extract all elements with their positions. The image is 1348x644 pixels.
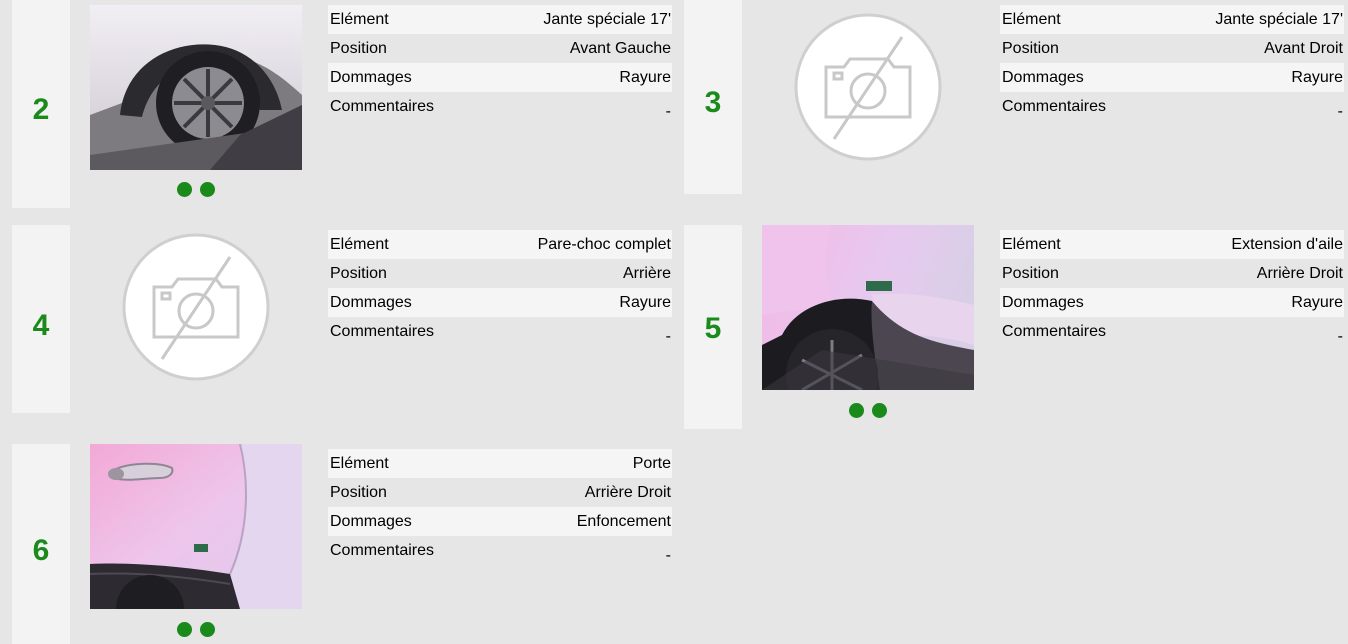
detail-row-comments: Commentaires - bbox=[328, 317, 672, 346]
detail-row-damages: Dommages Rayure bbox=[1000, 288, 1344, 317]
detail-row-damages: Dommages Enfoncement bbox=[328, 507, 672, 536]
detail-row-damages: Dommages Rayure bbox=[328, 63, 672, 92]
detail-value: Enfoncement bbox=[576, 513, 671, 530]
detail-value: Arrière bbox=[622, 265, 671, 282]
detail-row-position: Position Avant Gauche bbox=[328, 34, 672, 63]
detail-row-position: Position Arrière Droit bbox=[1000, 259, 1344, 288]
photo-dot[interactable] bbox=[849, 403, 864, 418]
detail-label: Dommages bbox=[1002, 294, 1084, 311]
detail-label: Commentaires bbox=[330, 323, 435, 340]
photo-dot[interactable] bbox=[177, 622, 192, 637]
damage-number-column: 5 bbox=[684, 225, 742, 429]
detail-row-position: Position Avant Droit bbox=[1000, 34, 1344, 63]
detail-label: Position bbox=[1002, 40, 1059, 57]
detail-value: - bbox=[1337, 103, 1343, 120]
detail-value: Rayure bbox=[1291, 294, 1343, 311]
fender-photo bbox=[762, 225, 974, 390]
damage-details: Elément Jante spéciale 17' Position Avan… bbox=[328, 5, 672, 121]
no-photo-icon bbox=[794, 13, 942, 161]
damage-photo-placeholder bbox=[90, 225, 302, 385]
detail-label: Elément bbox=[330, 11, 389, 28]
damage-photo[interactable] bbox=[90, 5, 302, 170]
wheel-photo bbox=[90, 5, 302, 170]
damage-number: 2 bbox=[32, 93, 50, 126]
photo-pagination bbox=[90, 622, 302, 637]
detail-row-comments: Commentaires - bbox=[328, 536, 672, 565]
photo-dot[interactable] bbox=[872, 403, 887, 418]
detail-value: Arrière Droit bbox=[1256, 265, 1343, 282]
detail-label: Position bbox=[330, 265, 387, 282]
detail-value: - bbox=[665, 328, 671, 345]
detail-row-position: Position Arrière bbox=[328, 259, 672, 288]
detail-label: Elément bbox=[1002, 11, 1061, 28]
door-photo bbox=[90, 444, 302, 609]
detail-value: Rayure bbox=[1291, 69, 1343, 86]
damage-number: 3 bbox=[704, 86, 722, 119]
detail-value: Avant Droit bbox=[1264, 40, 1343, 57]
detail-label: Commentaires bbox=[1002, 323, 1107, 340]
detail-value: - bbox=[1337, 328, 1343, 345]
damage-number-column: 3 bbox=[684, 0, 742, 194]
photo-pagination bbox=[762, 403, 974, 418]
detail-value: Pare-choc complet bbox=[537, 236, 671, 253]
damage-number-column: 4 bbox=[12, 225, 70, 413]
damage-number-column: 2 bbox=[12, 0, 70, 208]
detail-value: Jante spéciale 17' bbox=[543, 11, 671, 28]
detail-label: Elément bbox=[1002, 236, 1061, 253]
detail-row-element: Elément Jante spéciale 17' bbox=[328, 5, 672, 34]
damage-number: 4 bbox=[32, 309, 50, 342]
no-photo-icon bbox=[122, 233, 270, 381]
detail-value: Jante spéciale 17' bbox=[1215, 11, 1343, 28]
damage-photo-placeholder bbox=[762, 5, 974, 165]
detail-label: Position bbox=[330, 40, 387, 57]
detail-row-comments: Commentaires - bbox=[1000, 92, 1344, 121]
detail-label: Dommages bbox=[1002, 69, 1084, 86]
detail-label: Position bbox=[1002, 265, 1059, 282]
detail-label: Commentaires bbox=[330, 98, 435, 115]
damage-number: 6 bbox=[32, 534, 50, 567]
detail-label: Elément bbox=[330, 455, 389, 472]
damage-number-column: 6 bbox=[12, 444, 70, 644]
detail-value: Extension d'aile bbox=[1231, 236, 1343, 253]
detail-row-element: Elément Jante spéciale 17' bbox=[1000, 5, 1344, 34]
damage-number: 5 bbox=[704, 312, 722, 345]
detail-label: Elément bbox=[330, 236, 389, 253]
detail-row-position: Position Arrière Droit bbox=[328, 478, 672, 507]
detail-value: Rayure bbox=[619, 69, 671, 86]
detail-label: Position bbox=[330, 484, 387, 501]
detail-value: - bbox=[665, 103, 671, 120]
damage-report-page: 2 Elément Jante spéciale 17' Position Av… bbox=[0, 0, 1348, 644]
photo-dot[interactable] bbox=[200, 622, 215, 637]
photo-dot[interactable] bbox=[200, 182, 215, 197]
detail-row-element: Elément Porte bbox=[328, 449, 672, 478]
damage-details: Elément Porte Position Arrière Droit Dom… bbox=[328, 449, 672, 565]
damage-details: Elément Extension d'aile Position Arrièr… bbox=[1000, 230, 1344, 346]
detail-value: - bbox=[665, 547, 671, 564]
damage-details: Elément Jante spéciale 17' Position Avan… bbox=[1000, 5, 1344, 121]
detail-label: Dommages bbox=[330, 513, 412, 530]
detail-label: Dommages bbox=[330, 69, 412, 86]
photo-pagination bbox=[90, 182, 302, 197]
detail-label: Commentaires bbox=[1002, 98, 1107, 115]
detail-value: Avant Gauche bbox=[569, 40, 671, 57]
detail-value: Porte bbox=[632, 455, 671, 472]
damage-details: Elément Pare-choc complet Position Arriè… bbox=[328, 230, 672, 346]
detail-row-damages: Dommages Rayure bbox=[1000, 63, 1344, 92]
photo-dot[interactable] bbox=[177, 182, 192, 197]
detail-label: Commentaires bbox=[330, 542, 435, 559]
damage-photo[interactable] bbox=[762, 225, 974, 390]
damage-photo[interactable] bbox=[90, 444, 302, 609]
detail-row-damages: Dommages Rayure bbox=[328, 288, 672, 317]
detail-row-comments: Commentaires - bbox=[328, 92, 672, 121]
detail-label: Dommages bbox=[330, 294, 412, 311]
detail-row-comments: Commentaires - bbox=[1000, 317, 1344, 346]
detail-row-element: Elément Extension d'aile bbox=[1000, 230, 1344, 259]
detail-value: Arrière Droit bbox=[584, 484, 671, 501]
detail-row-element: Elément Pare-choc complet bbox=[328, 230, 672, 259]
detail-value: Rayure bbox=[619, 294, 671, 311]
